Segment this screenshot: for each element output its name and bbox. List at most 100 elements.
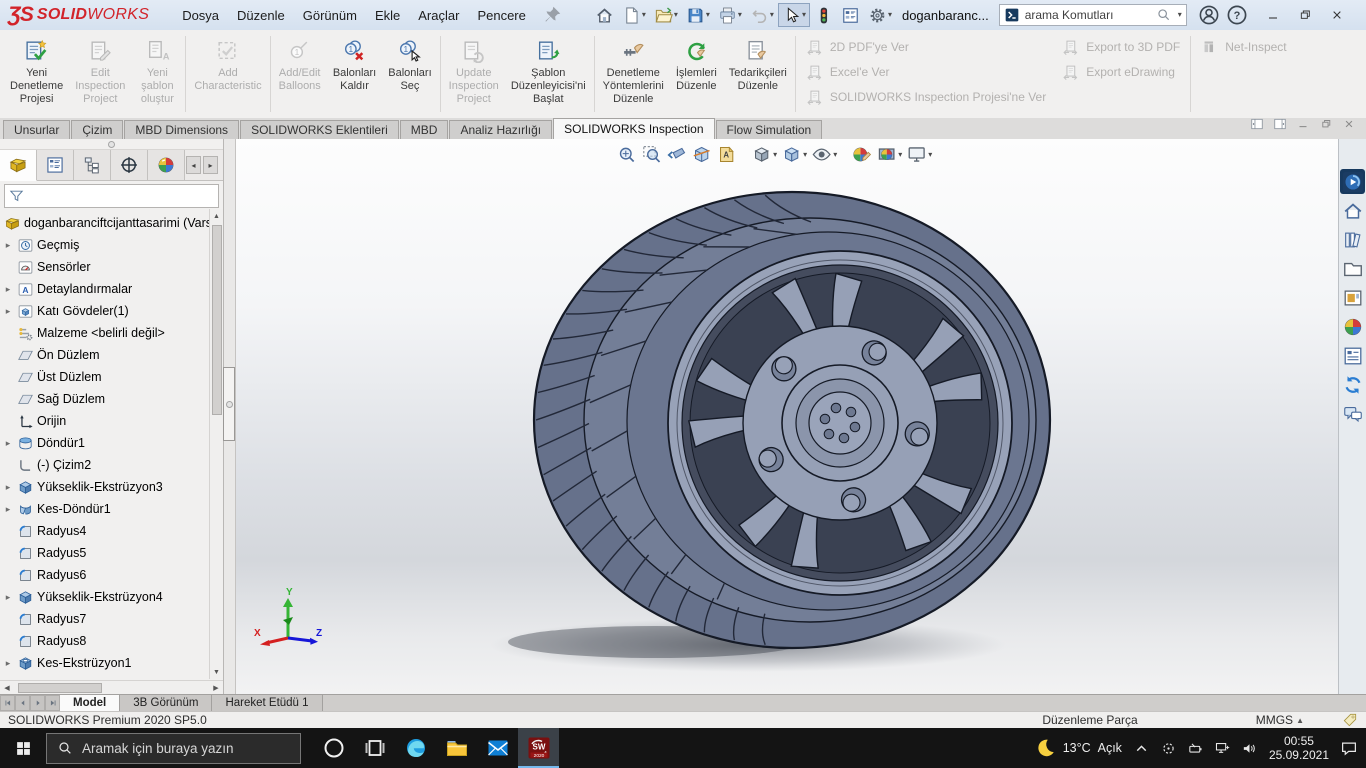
zoom-fit-button[interactable]: [614, 143, 639, 166]
edit-appearance-button[interactable]: [849, 143, 874, 166]
cortana-button[interactable]: [313, 728, 354, 768]
xpert-options-button[interactable]: [837, 3, 864, 27]
tree-item-radyus4[interactable]: Radyus4: [2, 520, 209, 542]
balonlar-kald-r-button[interactable]: 1Balonları Kaldır: [327, 32, 382, 116]
solidworks-forum-button[interactable]: [1340, 372, 1365, 397]
nav-last-button[interactable]: [45, 695, 60, 711]
volume-icon[interactable]: [1241, 740, 1258, 757]
splitter-handle[interactable]: [223, 367, 235, 441]
taskbar-search[interactable]: Aramak için buraya yazın: [46, 733, 301, 764]
new-doc-button[interactable]: ▾: [618, 3, 650, 27]
scroll-left-icon[interactable]: ◀: [0, 684, 14, 692]
close-button[interactable]: [1321, 2, 1353, 28]
units-selector[interactable]: MMGS ▲: [1256, 713, 1304, 727]
panel-tab-scroll-right[interactable]: ▸: [203, 156, 218, 174]
undo-button[interactable]: ▾: [746, 3, 778, 27]
edge-button[interactable]: [395, 728, 436, 768]
print-button[interactable]: ▾: [714, 3, 746, 27]
network-tray-icon[interactable]: [1214, 740, 1231, 757]
panel-tab-configurations[interactable]: [74, 150, 111, 180]
wheel-3d-model[interactable]: [236, 139, 1338, 694]
panel-tab-part[interactable]: [0, 150, 37, 181]
menu-d-zenle[interactable]: Düzenle: [228, 3, 294, 28]
tree-item-orijin[interactable]: Orijin: [2, 410, 209, 432]
menu-g-r-n-m[interactable]: Görünüm: [294, 3, 366, 28]
model-tab-model[interactable]: Model: [60, 695, 120, 711]
magnifier-icon[interactable]: [1156, 7, 1172, 23]
nav-prev-button[interactable]: [15, 695, 30, 711]
design-library-button[interactable]: [1340, 227, 1365, 252]
tree-item-detayland-rmalar[interactable]: ▸ADetaylandırmalar: [2, 278, 209, 300]
user-account-icon[interactable]: [1197, 3, 1221, 27]
minimize-button[interactable]: [1257, 2, 1289, 28]
tab-solidworks-eklentileri[interactable]: SOLIDWORKS Eklentileri: [240, 120, 399, 139]
tab-solidworks-inspection[interactable]: SOLIDWORKS Inspection: [553, 118, 714, 139]
tab-mbd[interactable]: MBD: [400, 120, 449, 139]
annotation-views-button[interactable]: A: [714, 143, 739, 166]
help-icon[interactable]: ?: [1225, 3, 1249, 27]
restore-button[interactable]: [1289, 2, 1321, 28]
tree-item-kes-ekstr-zyon1[interactable]: ▸Kes-Ekstrüzyon1: [2, 652, 209, 674]
traffic-light-button[interactable]: [810, 3, 837, 27]
view-palette-button[interactable]: [1340, 285, 1365, 310]
expand-arrow-icon[interactable]: ▸: [2, 438, 14, 449]
panel-splitter[interactable]: [224, 139, 236, 694]
nav-next-button[interactable]: [30, 695, 45, 711]
tree-item-radyus6[interactable]: Radyus6: [2, 564, 209, 586]
task-view-button[interactable]: [354, 728, 395, 768]
tree-item-kat-g-vdeler-1[interactable]: ▸Katı Gövdeler(1): [2, 300, 209, 322]
tag-icon[interactable]: [1342, 712, 1358, 728]
expand-arrow-icon[interactable]: ▸: [2, 482, 14, 493]
save-button[interactable]: ▾: [682, 3, 714, 27]
pane-left-button[interactable]: [1250, 117, 1264, 136]
expand-arrow-icon[interactable]: ▸: [2, 240, 14, 251]
weather-widget[interactable]: 13°C Açık: [1034, 737, 1122, 759]
tree-item-izim2[interactable]: (-) Çizim2: [2, 454, 209, 476]
scroll-right-icon[interactable]: ▶: [209, 684, 223, 692]
panel-tab-scroll-left[interactable]: ◂: [186, 156, 201, 174]
scroll-up-icon[interactable]: ▲: [213, 209, 220, 223]
view-orientation-button[interactable]: ▾: [749, 143, 779, 166]
previous-view-button[interactable]: [664, 143, 689, 166]
doc-minimize-button[interactable]: [1296, 117, 1310, 136]
command-search[interactable]: arama Komutları ▾: [999, 4, 1187, 26]
tree-item-ge-mi[interactable]: ▸Geçmiş: [2, 234, 209, 256]
expand-arrow-icon[interactable]: ▸: [2, 306, 14, 317]
pen-battery-icon[interactable]: [1187, 740, 1204, 757]
dropdown-caret-icon[interactable]: ▾: [770, 11, 774, 19]
menu-ara-lar[interactable]: Araçlar: [409, 3, 468, 28]
zoom-area-button[interactable]: [639, 143, 664, 166]
doc-close-button[interactable]: [1342, 117, 1356, 136]
tree-item-d-nd-r1[interactable]: ▸Döndür1: [2, 432, 209, 454]
graphics-viewport[interactable]: A▾▾▾▾▾ Y X Z: [236, 139, 1338, 694]
tedarik-ileri-d-zenle-button[interactable]: Tedarikçileri Düzenle: [723, 32, 793, 116]
dropdown-caret-icon[interactable]: ▾: [928, 151, 932, 159]
notification-center-icon[interactable]: [1340, 739, 1358, 757]
display-style-button[interactable]: ▾: [779, 143, 809, 166]
tree-item-sens-rler[interactable]: Sensörler: [2, 256, 209, 278]
dropdown-caret-icon[interactable]: ▾: [642, 11, 646, 19]
menu-pencere[interactable]: Pencere: [468, 3, 534, 28]
panel-tab-dimxpert[interactable]: [111, 150, 148, 180]
wireless-display-icon[interactable]: [1160, 740, 1177, 757]
gear-button[interactable]: ▾: [864, 3, 896, 27]
chevron-up-icon[interactable]: [1133, 740, 1150, 757]
denetleme-y-ntemlerini-d-zenle-button[interactable]: Denetleme Yöntemlerini Düzenle: [597, 32, 670, 116]
dropdown-caret-icon[interactable]: ▾: [833, 151, 837, 159]
pin-icon[interactable]: [541, 4, 563, 26]
open-button[interactable]: ▾: [650, 3, 682, 27]
dropdown-caret-icon[interactable]: ▾: [803, 151, 807, 159]
tab-flow-simulation[interactable]: Flow Simulation: [716, 120, 823, 139]
appearances-scenes-button[interactable]: [1340, 314, 1365, 339]
dropdown-caret-icon[interactable]: ▾: [738, 11, 742, 19]
apply-scene-button[interactable]: ▾: [874, 143, 904, 166]
cursor-button[interactable]: ▾: [778, 3, 810, 27]
panel-tab-appearances[interactable]: [148, 150, 185, 180]
tree-horizontal-scrollbar[interactable]: ◀ ▶: [0, 680, 223, 694]
pane-right-button[interactable]: [1273, 117, 1287, 136]
ablon-d-zenleyicisi-ni-ba-lat-button[interactable]: Şablon Düzenleyicisi'ni Başlat: [505, 32, 592, 116]
dropdown-caret-icon[interactable]: ▾: [773, 151, 777, 159]
expand-arrow-icon[interactable]: ▸: [2, 284, 14, 295]
yeni-denetleme-projesi-button[interactable]: Yeni Denetleme Projesi: [4, 32, 69, 116]
panel-tab-properties[interactable]: [37, 150, 74, 180]
